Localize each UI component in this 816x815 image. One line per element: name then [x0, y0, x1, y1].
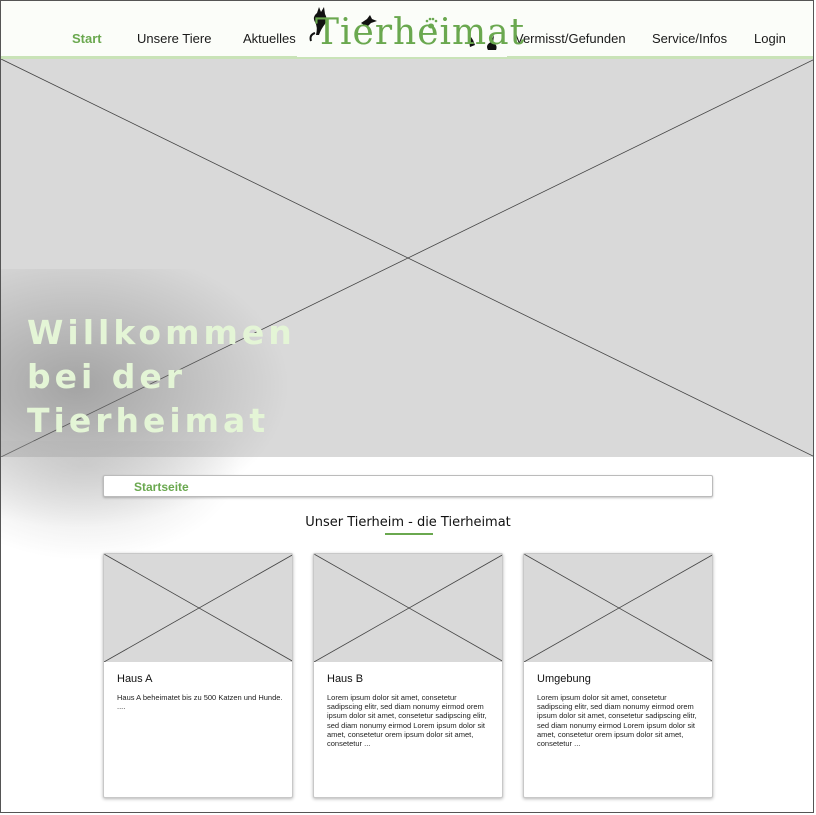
section-title: Unser Tierheim - die Tierheimat	[305, 515, 511, 530]
card-image-placeholder	[524, 554, 712, 662]
card-text: Lorem ipsum dolor sit amet, consetetur s…	[327, 693, 487, 749]
card-image-placeholder	[104, 554, 292, 662]
nav-item-vermisst-gefunden[interactable]: Vermisst/Gefunden	[515, 31, 626, 46]
section-title-underline	[385, 533, 433, 535]
breadcrumb-current[interactable]: Startseite	[134, 480, 189, 494]
card-title: Haus B	[327, 673, 364, 685]
site-logo[interactable]: Tierheimat	[297, 5, 524, 57]
card-haus-a[interactable]: Haus A Haus A beheimatet bis zu 500 Katz…	[103, 553, 293, 798]
hero-title: Willkommen bei der Tierheimat	[27, 313, 296, 440]
page-frame: Start Unsere Tiere Aktuelles Vermisst/Ge…	[0, 0, 814, 813]
decorative-shadow	[1, 441, 241, 561]
top-navigation: Start Unsere Tiere Aktuelles Vermisst/Ge…	[1, 1, 813, 59]
nav-item-start[interactable]: Start	[72, 31, 102, 46]
card-title: Umgebung	[537, 673, 591, 685]
card-title: Haus A	[117, 673, 153, 685]
card-image-placeholder	[314, 554, 502, 662]
nav-item-aktuelles[interactable]: Aktuelles	[243, 31, 296, 46]
breadcrumb: Startseite	[103, 475, 713, 497]
card-haus-b[interactable]: Haus B Lorem ipsum dolor sit amet, conse…	[313, 553, 503, 798]
nav-item-login[interactable]: Login	[754, 31, 786, 46]
hero-banner: Willkommen bei der Tierheimat	[1, 59, 813, 529]
card-umgebung[interactable]: Umgebung Lorem ipsum dolor sit amet, con…	[523, 553, 713, 798]
nav-item-unsere-tiere[interactable]: Unsere Tiere	[137, 31, 211, 46]
nav-item-service-infos[interactable]: Service/Infos	[652, 31, 727, 46]
card-text: Lorem ipsum dolor sit amet, consetetur s…	[537, 693, 697, 749]
logo-text: Tierheimat	[315, 12, 526, 53]
card-text: Haus A beheimatet bis zu 500 Katzen und …	[117, 693, 283, 712]
